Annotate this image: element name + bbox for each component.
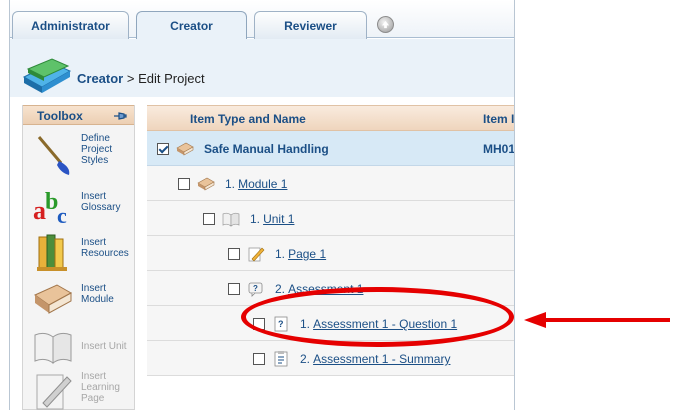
toolbox-header: Toolbox [23, 105, 134, 125]
row-link[interactable]: Page 1 [288, 247, 326, 261]
page-header: Creator > Edit Project [10, 39, 514, 97]
book-open-icon [222, 212, 240, 227]
tool-insert-glossary[interactable]: a b c Insert Glossary [23, 185, 136, 229]
breadcrumb-app[interactable]: Creator [77, 71, 123, 86]
book-closed-icon [176, 142, 194, 156]
tool-insert-learning-page[interactable]: Insert Learning Page [23, 369, 136, 410]
tool-label-line: Resources [81, 248, 129, 259]
tool-insert-resources[interactable]: Insert Resources [23, 231, 136, 275]
tool-label-line: Page [81, 393, 105, 404]
row-number: 2. [300, 352, 311, 366]
up-arrow-button[interactable] [377, 16, 394, 33]
summary-page-icon [274, 351, 288, 367]
question-page-icon: ? [274, 316, 288, 332]
row-link[interactable]: Assessment 1 [288, 282, 363, 296]
book-open-icon [34, 332, 72, 364]
project-tree-grid: Item Type and Name Item ID Safe Manual H… [147, 105, 515, 410]
tab-reviewer[interactable]: Reviewer [254, 11, 367, 39]
toolbox-panel: Toolbox Define Project Styles a b c Insert… [22, 105, 135, 410]
tool-label-line: Insert [81, 191, 107, 202]
table-row[interactable]: 1. Unit 1 [147, 201, 514, 236]
table-row[interactable]: 1. Page 1 [147, 236, 514, 271]
row-number: 1. [275, 247, 286, 261]
table-row[interactable]: Safe Manual Handling MH01 [147, 131, 515, 166]
row-checkbox[interactable] [253, 318, 265, 330]
breadcrumb-separator: > [123, 71, 139, 86]
tool-label-line: Module [81, 294, 114, 305]
book-closed-icon [197, 177, 215, 191]
pencil-page-icon [248, 247, 265, 262]
svg-text:?: ? [253, 284, 258, 293]
brush-icon [37, 136, 70, 175]
row-link[interactable]: Assessment 1 - Summary [313, 352, 450, 366]
row-number: 1. [250, 212, 261, 226]
tab-bar: Administrator Creator Reviewer [10, 0, 514, 40]
tool-label-line: Glossary [81, 202, 121, 213]
column-header-item-id[interactable]: Item ID [483, 112, 514, 126]
row-checkbox[interactable] [228, 248, 240, 260]
book-closed-icon [34, 284, 73, 314]
up-arrow-icon [381, 20, 390, 29]
row-checkbox[interactable] [178, 178, 190, 190]
tool-label-line: Insert Unit [81, 341, 127, 352]
row-link[interactable]: Unit 1 [263, 212, 294, 226]
table-row[interactable]: ? 1. Assessment 1 - Question 1 [147, 306, 514, 341]
grid-header: Item Type and Name Item ID [147, 105, 514, 131]
tool-define-project-styles[interactable]: Define Project Styles [23, 133, 136, 177]
tool-label-line: Learning [81, 382, 120, 393]
tool-label-line: Insert [81, 237, 107, 248]
tool-label-line: Insert [81, 283, 107, 294]
row-checkbox[interactable] [157, 143, 169, 155]
svg-text:?: ? [278, 319, 284, 329]
folders-icon [37, 234, 67, 271]
row-link[interactable]: Module 1 [238, 177, 287, 191]
tool-insert-unit[interactable]: Insert Unit [23, 325, 136, 369]
row-link[interactable]: Assessment 1 - Question 1 [313, 317, 457, 331]
tab-creator[interactable]: Creator [136, 11, 247, 40]
table-row[interactable]: 2. Assessment 1 - Summary [147, 341, 514, 376]
tool-label-line: Styles [81, 155, 109, 166]
toolbox-title: Toolbox [37, 109, 83, 123]
row-number: 1. [300, 317, 311, 331]
row-checkbox[interactable] [253, 353, 265, 365]
page-title: Creator > Edit Project [77, 71, 205, 86]
table-row[interactable]: 1. Module 1 [147, 166, 514, 201]
table-row[interactable]: ? 2. Assessment 1 [147, 271, 514, 306]
tool-label-line: Project [81, 144, 113, 155]
pencil-page-icon [36, 374, 72, 410]
pin-icon[interactable] [113, 111, 127, 121]
abc-icon: a b c [33, 189, 67, 228]
row-number: 1. [225, 177, 236, 191]
row-name[interactable]: Safe Manual Handling [204, 142, 329, 156]
row-number: 2. [275, 282, 286, 296]
breadcrumb-page: Edit Project [138, 71, 205, 86]
svg-text:c: c [57, 203, 67, 228]
row-checkbox[interactable] [228, 283, 240, 295]
row-item-id: MH01 [483, 142, 515, 156]
tool-label-line: Insert [81, 371, 107, 382]
row-checkbox[interactable] [203, 213, 215, 225]
app-frame: Administrator Creator Reviewer Creator >… [9, 0, 515, 410]
question-bubble-icon: ? [248, 282, 263, 297]
callout-arrow-icon [524, 312, 670, 328]
tool-insert-module[interactable]: Insert Module [23, 277, 136, 321]
tool-label-line: Define [81, 133, 110, 144]
books-logo-icon [22, 58, 72, 93]
column-header-item-type[interactable]: Item Type and Name [190, 112, 306, 126]
tab-administrator[interactable]: Administrator [12, 11, 129, 39]
